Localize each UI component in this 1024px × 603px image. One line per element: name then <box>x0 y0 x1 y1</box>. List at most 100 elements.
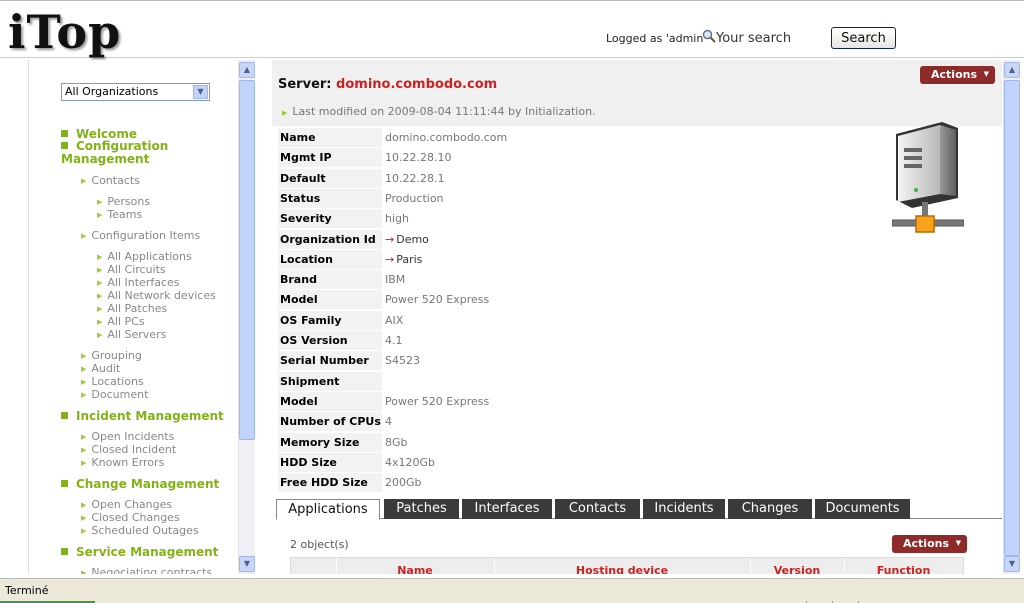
sidebar-item-configuration-items[interactable]: ▶ Configuration Items <box>81 229 200 242</box>
scroll-up-icon[interactable]: ▲ <box>1004 62 1020 78</box>
sidebar-item-grouping[interactable]: ▶ Grouping <box>81 349 142 362</box>
triangle-right-icon: ▶ <box>81 514 87 522</box>
sidebar-item-open-incidents[interactable]: ▶ Open Incidents <box>81 430 174 443</box>
square-bullet-icon <box>61 142 68 149</box>
sidebar-item-closed-incident[interactable]: ▶ Closed Incident <box>81 443 176 456</box>
detail-label: HDD Size <box>278 452 382 472</box>
sidebar-item-closed-changes[interactable]: ▶ Closed Changes <box>81 511 180 524</box>
sidebar-item-all-applications[interactable]: ▶ All Applications <box>97 250 192 263</box>
page-title-prefix: Server: <box>278 77 332 92</box>
detail-value: domino.combodo.com <box>385 128 507 147</box>
sidebar-item-contacts[interactable]: ▶ Contacts <box>81 174 140 187</box>
detail-value-text[interactable]: Paris <box>396 253 422 266</box>
organization-select[interactable]: All Organizations ▼ <box>61 83 210 101</box>
sidebar-item-service-management[interactable]: Service Management <box>61 545 218 559</box>
scroll-down-icon[interactable]: ▼ <box>239 556 255 572</box>
triangle-right-icon: ▶ <box>81 365 87 373</box>
triangle-right-icon: ▶ <box>81 459 87 467</box>
sidebar-item-scheduled-outages[interactable]: ▶ Scheduled Outages <box>81 524 199 537</box>
triangle-right-icon: ▶ <box>81 391 87 399</box>
search-button[interactable]: Search <box>831 27 896 49</box>
square-bullet-icon <box>61 412 68 419</box>
triangle-right-icon: ▶ <box>81 177 87 185</box>
sidebar-item-all-interfaces[interactable]: ▶ All Interfaces <box>97 276 180 289</box>
sidebar-item-all-network-devices[interactable]: ▶ All Network devices <box>97 289 216 302</box>
detail-label: OS Version <box>278 331 382 350</box>
tab-patches[interactable]: Patches <box>384 499 459 519</box>
sidebar-item-open-changes[interactable]: ▶ Open Changes <box>81 498 172 511</box>
detail-label: Model <box>278 391 382 411</box>
column-header-name[interactable]: Name <box>336 558 493 574</box>
sidebar-scroll-thumb[interactable] <box>239 80 255 440</box>
triangle-right-icon: ▶ <box>97 198 103 206</box>
detail-row: Free HDD Size 200Gb <box>278 473 738 493</box>
detail-value-text: high <box>385 212 409 226</box>
column-header-version[interactable]: Version <box>750 558 843 574</box>
sidebar-item-incident-management[interactable]: Incident Management <box>61 409 224 423</box>
tab-applications[interactable]: Applications <box>276 499 380 520</box>
detail-label: Brand <box>278 270 382 290</box>
triangle-right-icon: ▶ <box>81 569 87 574</box>
sidebar-item-known-errors[interactable]: ▶ Known Errors <box>81 456 164 469</box>
sidebar-item-change-management[interactable]: Change Management <box>61 477 219 491</box>
triangle-right-icon: ▶ <box>97 318 103 326</box>
detail-value: IBM <box>385 270 405 289</box>
detail-row: Number of CPUs 4 <box>278 412 738 432</box>
sidebar-item-all-circuits[interactable]: ▶ All Circuits <box>97 263 166 276</box>
detail-value: 4 <box>385 412 392 431</box>
detail-value[interactable]: → Demo <box>385 230 429 249</box>
detail-row: Model Power 520 Express <box>278 290 738 310</box>
main-scroll-thumb[interactable] <box>1004 80 1020 556</box>
square-bullet-icon <box>61 480 68 487</box>
tab-contacts[interactable]: Contacts <box>555 499 640 519</box>
detail-row: Name domino.combodo.com <box>278 128 738 147</box>
detail-label: Organization Id <box>278 229 382 249</box>
actions-button[interactable]: Actions ▼ <box>920 66 995 84</box>
detail-value[interactable]: → Paris <box>385 250 422 269</box>
page-title-name: domino.combodo.com <box>336 77 498 92</box>
main-scrollbar[interactable]: ▲ ▼ <box>1003 60 1020 574</box>
sidebar-item-label: Known Errors <box>91 456 165 469</box>
detail-row: Default Gateway10.22.28.1 <box>278 168 738 204</box>
column-header-hosting-device[interactable]: Hosting device <box>494 558 749 574</box>
sidebar-item-audit[interactable]: ▶ Audit <box>81 362 120 375</box>
table-actions-button[interactable]: Actions ▼ <box>892 535 967 553</box>
sidebar-item-label: Persons <box>107 195 151 208</box>
triangle-right-icon: ▶ <box>97 211 103 219</box>
sidebar-item-configuration-management[interactable]: Configuration Management <box>61 140 181 166</box>
triangle-right-icon: ▶ <box>97 279 103 287</box>
detail-value-text: 10.22.28.10 <box>385 151 452 165</box>
sidebar-scrollbar[interactable]: ▲ ▼ <box>238 60 255 574</box>
search-input[interactable] <box>716 28 828 48</box>
sidebar-item-teams[interactable]: ▶ Teams <box>97 208 142 221</box>
tab-interfaces[interactable]: Interfaces <box>462 499 552 519</box>
sidebar-item-label: All Network devices <box>107 289 216 302</box>
detail-value: 200Gb <box>385 473 422 492</box>
triangle-right-icon: ▶ <box>81 352 87 360</box>
scroll-up-icon[interactable]: ▲ <box>239 62 255 78</box>
sidebar-item-persons[interactable]: ▶ Persons <box>97 195 150 208</box>
tab-documents[interactable]: Documents <box>815 499 910 519</box>
actions-label: Actions <box>931 68 977 81</box>
logged-user-text: Logged as 'admin' <box>606 32 707 45</box>
itop-logo[interactable]: iTop <box>8 5 121 59</box>
detail-value: Power 520 Express <box>385 392 489 411</box>
detail-row: Location → Paris <box>278 249 738 269</box>
column-header-function[interactable]: Function <box>844 558 962 574</box>
sidebar-item-document[interactable]: ▶ Document <box>81 388 148 401</box>
sidebar-item-locations[interactable]: ▶ Locations <box>81 375 144 388</box>
page-title: Server: domino.combodo.com <box>278 77 497 92</box>
chevron-down-icon[interactable]: ▼ <box>193 85 208 99</box>
sidebar-item-all-servers[interactable]: ▶ All Servers <box>97 328 166 341</box>
detail-value: 4.1 <box>385 331 403 350</box>
tab-changes[interactable]: Changes <box>728 499 812 519</box>
detail-value-text[interactable]: Demo <box>396 233 429 246</box>
sidebar-item-all-patches[interactable]: ▶ All Patches <box>97 302 167 315</box>
tab-incidents[interactable]: Incidents <box>643 499 725 519</box>
detail-row: Serial Number S4523 <box>278 351 738 371</box>
scroll-down-icon[interactable]: ▼ <box>1004 556 1020 572</box>
sidebar-item-negociating-contracts[interactable]: ▶ Negociating contracts <box>81 566 212 574</box>
detail-value-text: Production <box>385 191 444 205</box>
detail-value-text: 4.1 <box>385 334 403 347</box>
sidebar-item-all-pcs[interactable]: ▶ All PCs <box>97 315 145 328</box>
